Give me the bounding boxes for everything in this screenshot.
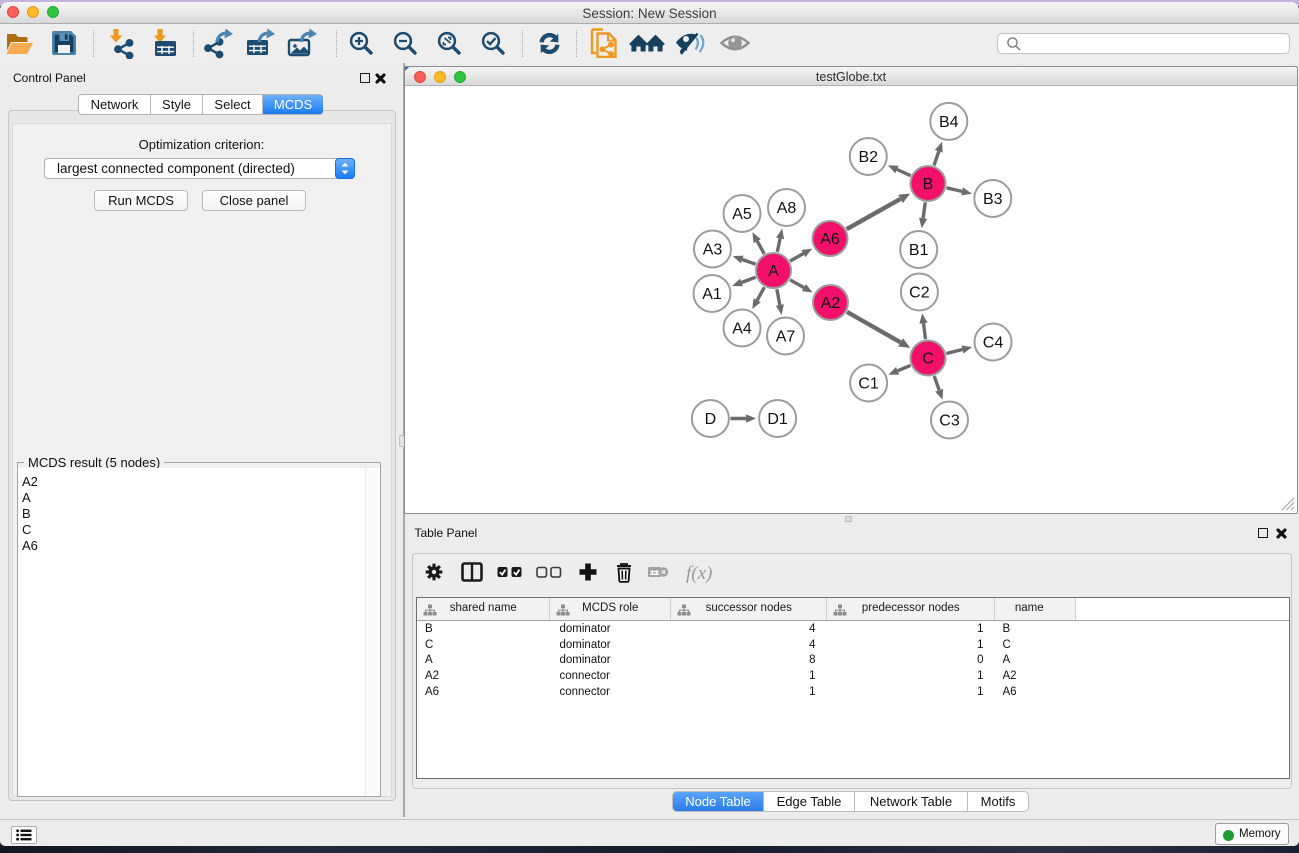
svg-text:C1: C1 xyxy=(858,376,879,393)
svg-text:C4: C4 xyxy=(983,335,1004,352)
svg-text:B1: B1 xyxy=(909,242,929,259)
svg-text:D1: D1 xyxy=(767,411,788,428)
svg-text:C3: C3 xyxy=(939,413,960,430)
svg-text:B3: B3 xyxy=(983,191,1003,208)
svg-text:B4: B4 xyxy=(939,114,959,131)
svg-text:A1: A1 xyxy=(702,286,722,303)
svg-text:A: A xyxy=(768,263,779,280)
svg-text:A7: A7 xyxy=(776,329,796,346)
svg-text:A2: A2 xyxy=(821,295,841,312)
svg-text:A8: A8 xyxy=(777,200,797,217)
svg-text:A3: A3 xyxy=(703,242,723,259)
svg-text:A4: A4 xyxy=(732,321,752,338)
svg-text:C: C xyxy=(922,351,934,368)
svg-text:A5: A5 xyxy=(732,206,752,223)
svg-text:A6: A6 xyxy=(820,231,840,248)
svg-text:B2: B2 xyxy=(859,149,879,166)
svg-text:B: B xyxy=(923,176,934,193)
svg-text:D: D xyxy=(705,411,717,428)
svg-text:C2: C2 xyxy=(909,285,930,302)
